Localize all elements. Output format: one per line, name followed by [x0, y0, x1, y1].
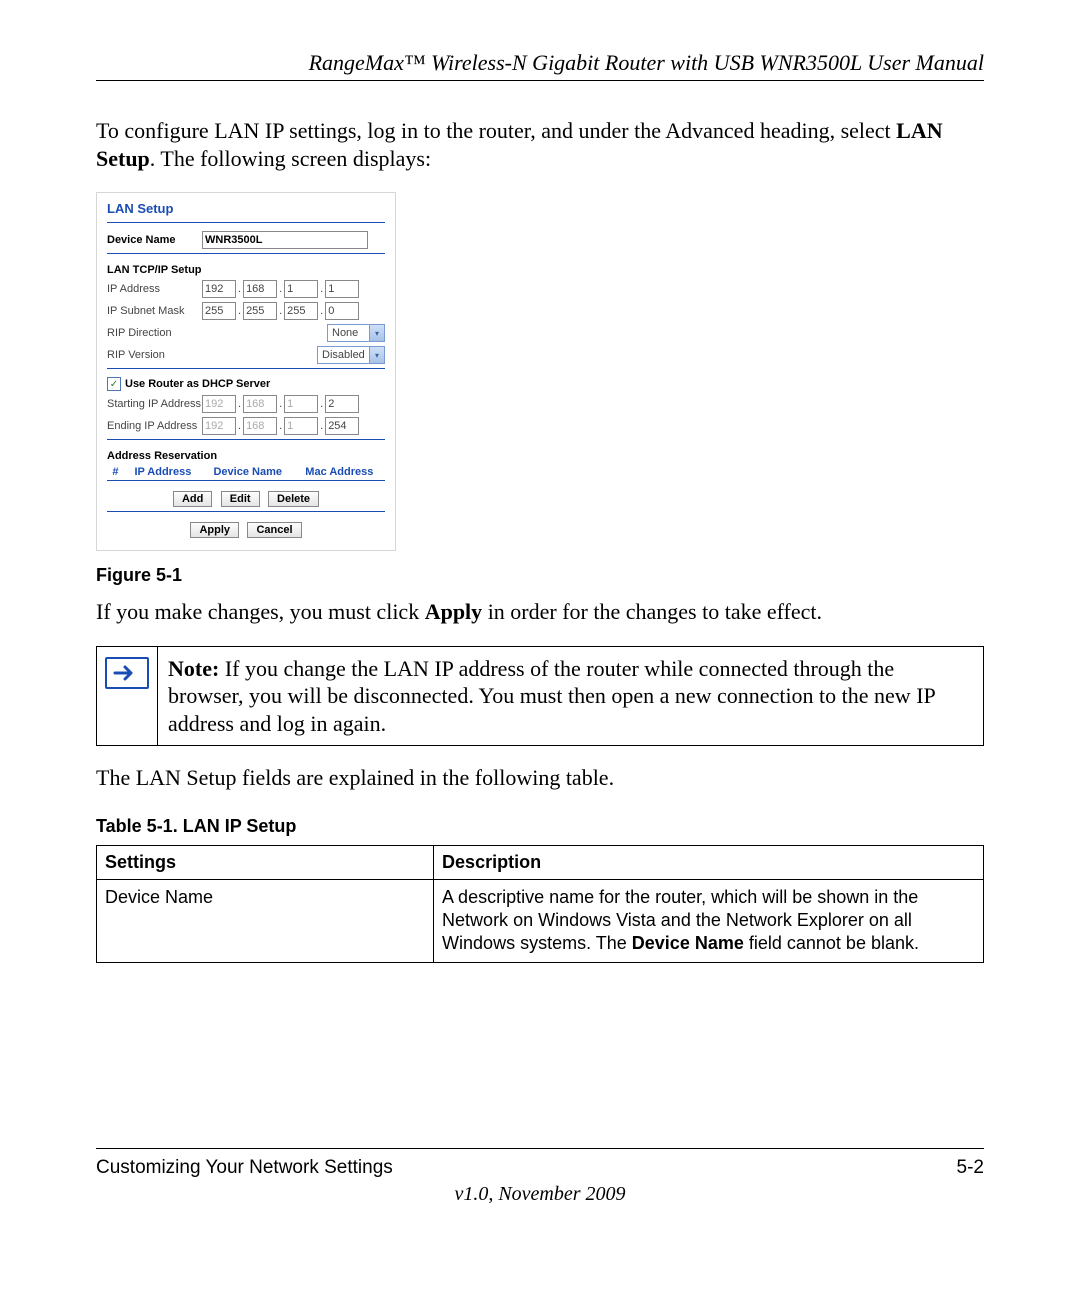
col-settings: Settings: [97, 845, 434, 879]
cell-setting: Device Name: [97, 879, 434, 962]
divider: [107, 439, 385, 440]
chevron-down-icon: ▾: [369, 325, 384, 341]
dhcp-checkbox[interactable]: ✓: [107, 377, 121, 391]
edit-button[interactable]: Edit: [221, 491, 260, 507]
intro-suffix: . The following screen displays:: [150, 146, 431, 171]
start-octet-4[interactable]: [325, 395, 359, 413]
tcpip-heading: LAN TCP/IP Setup: [107, 264, 385, 276]
cancel-button[interactable]: Cancel: [247, 522, 301, 538]
end-octet-2: [243, 417, 277, 435]
device-name-label: Device Name: [107, 234, 202, 246]
rip-version-label: RIP Version: [107, 349, 317, 361]
header-rule: [96, 80, 984, 81]
chevron-down-icon: ▾: [369, 347, 384, 363]
mask-octet-3[interactable]: [284, 302, 318, 320]
lan-setup-title: LAN Setup: [107, 201, 385, 216]
lan-ip-setup-table: Settings Description Device Name A descr…: [96, 845, 984, 963]
footer-rule: [96, 1148, 984, 1149]
table-row: Device Name A descriptive name for the r…: [97, 879, 984, 962]
rip-direction-label: RIP Direction: [107, 327, 327, 339]
divider: [107, 253, 385, 254]
lan-setup-figure: LAN Setup Device Name LAN TCP/IP Setup I…: [96, 192, 984, 551]
mask-octet-4[interactable]: [325, 302, 359, 320]
ip-octet-3[interactable]: [284, 280, 318, 298]
note-icon-cell: [97, 647, 158, 746]
delete-button[interactable]: Delete: [268, 491, 319, 507]
page-footer: Customizing Your Network Settings 5-2 v1…: [96, 1148, 984, 1206]
divider: [107, 511, 385, 512]
start-octet-2: [243, 395, 277, 413]
form-buttons: Apply Cancel: [107, 520, 385, 538]
manual-header: RangeMax™ Wireless-N Gigabit Router with…: [96, 50, 984, 76]
subnet-row: IP Subnet Mask . . .: [107, 302, 385, 320]
apply-button[interactable]: Apply: [190, 522, 239, 538]
mask-octet-2[interactable]: [243, 302, 277, 320]
start-octet-3: [284, 395, 318, 413]
starting-ip-row: Starting IP Address . . .: [107, 395, 385, 413]
res-col-mac: Mac Address: [294, 464, 385, 481]
add-button[interactable]: Add: [173, 491, 212, 507]
intro-prefix: To configure LAN IP settings, log in to …: [96, 118, 896, 143]
note-text: Note: If you change the LAN IP address o…: [158, 647, 983, 746]
note-box: Note: If you change the LAN IP address o…: [96, 646, 984, 747]
rip-version-value: Disabled: [318, 349, 369, 361]
ending-ip-label: Ending IP Address: [107, 420, 202, 432]
reservation-heading: Address Reservation: [107, 450, 385, 462]
apply-prefix: If you make changes, you must click: [96, 599, 425, 624]
end-octet-1: [202, 417, 236, 435]
reservation-buttons: Add Edit Delete: [107, 489, 385, 507]
subnet-label: IP Subnet Mask: [107, 305, 202, 317]
figure-caption: Figure 5-1: [96, 565, 984, 586]
mask-octet-1[interactable]: [202, 302, 236, 320]
rip-version-select[interactable]: Disabled ▾: [317, 346, 385, 364]
ip-octet-4[interactable]: [325, 280, 359, 298]
apply-suffix: in order for the changes to take effect.: [482, 599, 822, 624]
rip-direction-value: None: [328, 327, 369, 339]
apply-paragraph: If you make changes, you must click Appl…: [96, 598, 984, 626]
desc-suffix: field cannot be blank.: [744, 933, 919, 953]
apply-bold: Apply: [425, 599, 482, 624]
ending-ip-row: Ending IP Address . . .: [107, 417, 385, 435]
divider: [107, 368, 385, 369]
divider: [107, 222, 385, 223]
intro-paragraph: To configure LAN IP settings, log in to …: [96, 117, 984, 172]
arrow-right-icon: [105, 657, 149, 689]
ip-address-label: IP Address: [107, 283, 202, 295]
dhcp-checkbox-row: ✓ Use Router as DHCP Server: [107, 377, 385, 391]
cell-description: A descriptive name for the router, which…: [434, 879, 984, 962]
start-octet-1: [202, 395, 236, 413]
dhcp-checkbox-label: Use Router as DHCP Server: [125, 378, 270, 390]
res-col-ip: IP Address: [124, 464, 202, 481]
col-description: Description: [434, 845, 984, 879]
ip-address-row: IP Address . . .: [107, 280, 385, 298]
rip-direction-row: RIP Direction None ▾: [107, 324, 385, 342]
desc-bold: Device Name: [632, 933, 744, 953]
table-caption: Table 5-1. LAN IP Setup: [96, 816, 984, 837]
footer-section: Customizing Your Network Settings: [96, 1157, 393, 1179]
device-name-row: Device Name: [107, 231, 385, 249]
table-intro: The LAN Setup fields are explained in th…: [96, 764, 984, 792]
device-name-input[interactable]: [202, 231, 368, 249]
footer-page: 5-2: [957, 1157, 984, 1179]
rip-version-row: RIP Version Disabled ▾: [107, 346, 385, 364]
res-col-num: #: [107, 464, 124, 481]
ip-octet-1[interactable]: [202, 280, 236, 298]
ip-octet-2[interactable]: [243, 280, 277, 298]
note-body: If you change the LAN IP address of the …: [168, 656, 935, 736]
reservation-table: # IP Address Device Name Mac Address: [107, 464, 385, 481]
starting-ip-label: Starting IP Address: [107, 398, 202, 410]
res-col-name: Device Name: [202, 464, 294, 481]
note-label: Note:: [168, 656, 219, 681]
rip-direction-select[interactable]: None ▾: [327, 324, 385, 342]
lan-setup-panel: LAN Setup Device Name LAN TCP/IP Setup I…: [96, 192, 396, 551]
end-octet-4[interactable]: [325, 417, 359, 435]
end-octet-3: [284, 417, 318, 435]
footer-version: v1.0, November 2009: [96, 1183, 984, 1206]
